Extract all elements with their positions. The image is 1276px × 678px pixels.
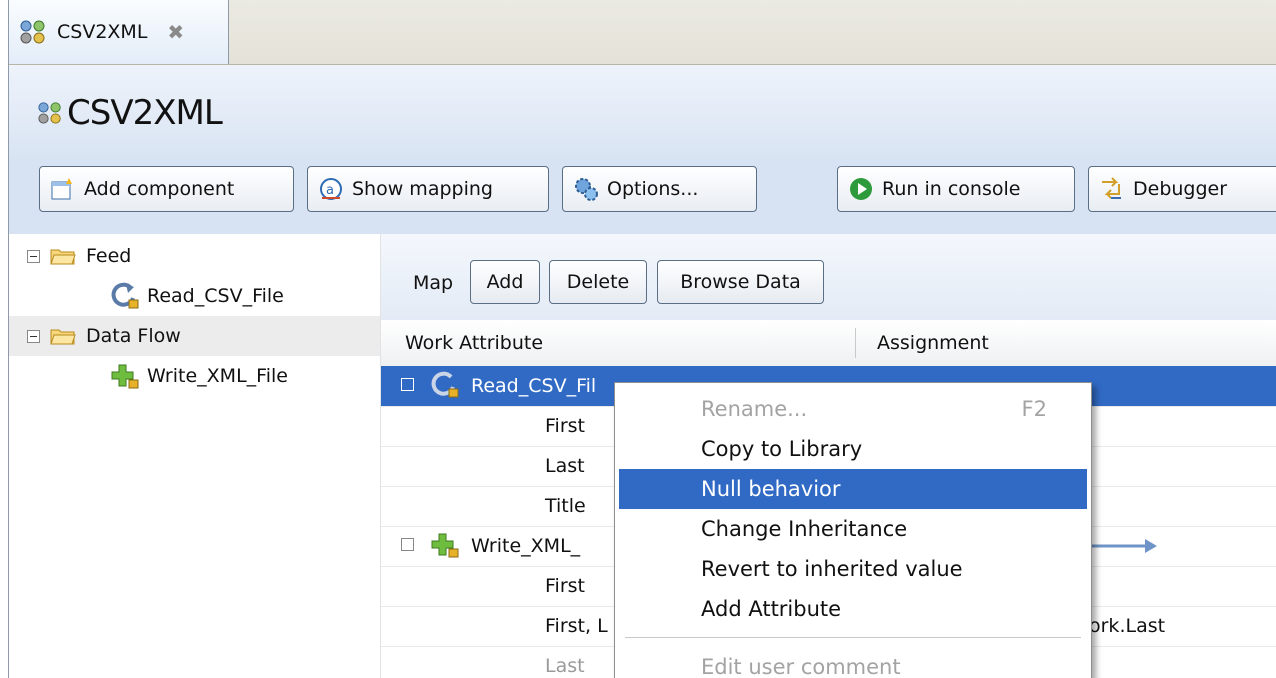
- reader-icon: [111, 282, 139, 309]
- row-name: Read_CSV_Fil: [471, 375, 597, 397]
- menu-item-add-attribute[interactable]: Add Attribute: [619, 589, 1087, 629]
- debugger-label: Debugger: [1133, 178, 1228, 200]
- row-name: First, L: [545, 615, 608, 637]
- arrow-icon: [1081, 539, 1157, 553]
- delete-button[interactable]: Delete: [549, 260, 647, 304]
- svg-text:a: a: [326, 183, 334, 198]
- context-menu: Rename... F2 Copy to Library Null behavi…: [614, 382, 1092, 678]
- component-tree: Feed Read_CSV_File Data Flow Write_XML_F: [9, 234, 381, 678]
- menu-item-edit-comment[interactable]: Edit user comment: [619, 647, 1087, 678]
- menu-item-change-inheritance[interactable]: Change Inheritance: [619, 509, 1087, 549]
- tree-item-label: Read_CSV_File: [147, 285, 284, 307]
- add-component-label: Add component: [84, 178, 235, 200]
- flow-icon: [20, 20, 45, 44]
- tree-item-label: Feed: [86, 245, 132, 267]
- map-label: Map: [413, 272, 454, 294]
- collapse-icon[interactable]: [401, 538, 414, 551]
- browse-data-button[interactable]: Browse Data: [657, 260, 824, 304]
- tree-item-write-xml[interactable]: Write_XML_File: [9, 356, 380, 396]
- row-name: First: [545, 575, 585, 597]
- show-mapping-label: Show mapping: [352, 178, 493, 200]
- menu-item-label: Null behavior: [701, 477, 841, 501]
- grid-header: Work Attribute Assignment: [381, 320, 1276, 367]
- add-component-icon: [51, 178, 72, 200]
- menu-item-label: Rename...: [701, 397, 808, 421]
- tree-item-read-csv[interactable]: Read_CSV_File: [9, 276, 380, 316]
- page-title-text: CSV2XML: [67, 93, 223, 133]
- row-name: Last: [545, 655, 585, 677]
- run-in-console-button[interactable]: Run in console: [837, 166, 1075, 212]
- menu-item-copy-to-library[interactable]: Copy to Library: [619, 429, 1087, 469]
- row-name: Last: [545, 455, 585, 477]
- writer-icon: [431, 533, 459, 558]
- row-name: Title: [545, 495, 586, 517]
- collapse-icon[interactable]: [27, 249, 40, 263]
- run-in-console-label: Run in console: [882, 178, 1021, 200]
- options-button[interactable]: Options...: [562, 166, 757, 212]
- debugger-icon: [1102, 177, 1121, 199]
- editor-frame: CSV2XML ✖ CSV2XML Add component a Show m…: [8, 0, 1276, 678]
- reader-icon: [431, 371, 459, 398]
- writer-icon: [111, 364, 139, 389]
- tree-item-feed[interactable]: Feed: [9, 236, 380, 276]
- menu-item-label: Copy to Library: [701, 437, 863, 461]
- menu-item-label: Add Attribute: [701, 597, 842, 621]
- row-name: First: [545, 415, 585, 437]
- menu-item-label: Edit user comment: [701, 655, 901, 678]
- tree-item-data-flow[interactable]: Data Flow: [9, 316, 380, 356]
- menu-item-rename[interactable]: Rename... F2: [619, 389, 1087, 429]
- tree-item-label: Write_XML_File: [147, 365, 288, 387]
- add-button[interactable]: Add: [470, 260, 540, 304]
- menu-separator: [625, 637, 1081, 638]
- mapping-icon: a: [320, 178, 342, 200]
- menu-item-shortcut: F2: [1021, 397, 1047, 421]
- close-icon[interactable]: ✖: [167, 20, 184, 44]
- flow-icon: [38, 102, 61, 124]
- collapse-icon[interactable]: [401, 378, 414, 391]
- collapse-icon[interactable]: [27, 329, 40, 343]
- tab-csv2xml[interactable]: CSV2XML ✖: [9, 0, 229, 64]
- column-separator[interactable]: [855, 328, 856, 358]
- run-icon: [850, 178, 872, 200]
- map-toolbar: Map Add Delete Browse Data: [381, 234, 1276, 320]
- folder-icon: [50, 329, 76, 345]
- column-assignment[interactable]: Assignment: [877, 332, 989, 354]
- menu-item-label: Revert to inherited value: [701, 557, 963, 581]
- tree-item-label: Data Flow: [86, 325, 181, 347]
- menu-item-null-behavior[interactable]: Null behavior: [619, 469, 1087, 509]
- add-component-button[interactable]: Add component: [39, 166, 294, 212]
- editor-header: CSV2XML: [9, 65, 1276, 158]
- menu-item-revert[interactable]: Revert to inherited value: [619, 549, 1087, 589]
- tab-label: CSV2XML: [57, 21, 148, 43]
- options-icon: [575, 178, 598, 201]
- toolbar: Add component a Show mapping Options... …: [9, 158, 1276, 234]
- show-mapping-button[interactable]: a Show mapping: [307, 166, 549, 212]
- options-label: Options...: [607, 178, 699, 200]
- folder-icon: [50, 249, 76, 265]
- row-assignment: ork.Last: [1089, 615, 1166, 637]
- row-name: Write_XML_: [471, 535, 581, 557]
- page-title: CSV2XML: [37, 93, 223, 133]
- column-work-attribute[interactable]: Work Attribute: [405, 332, 543, 354]
- tab-strip: CSV2XML ✖: [9, 0, 1276, 65]
- menu-item-label: Change Inheritance: [701, 517, 908, 541]
- debugger-button[interactable]: Debugger: [1088, 166, 1276, 212]
